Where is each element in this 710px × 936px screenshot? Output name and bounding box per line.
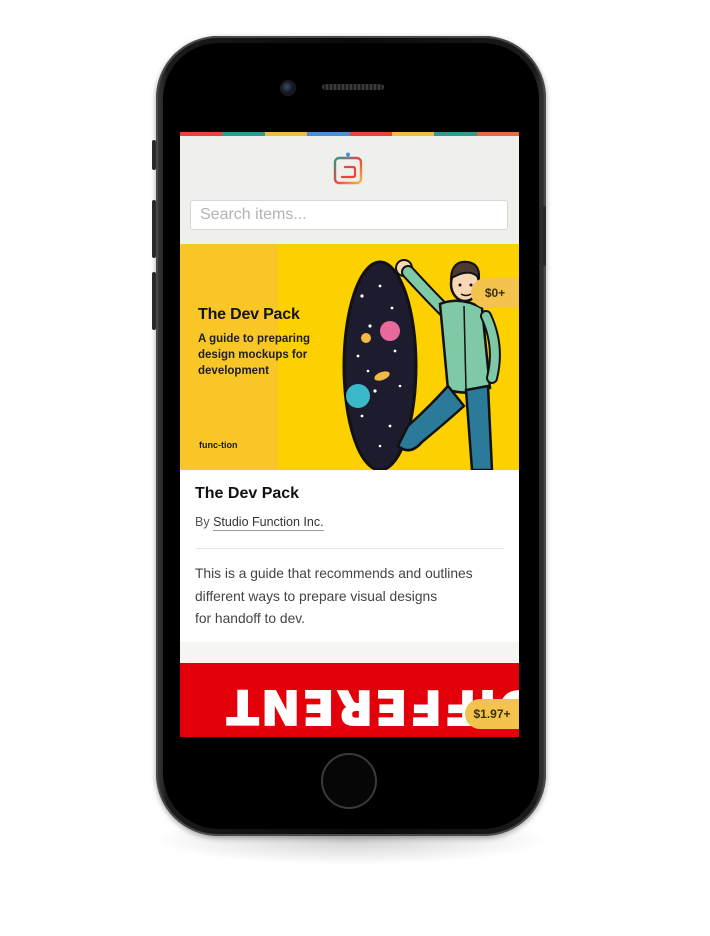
- cover-subtitle: A guide to preparing design mockups for …: [198, 333, 311, 377]
- next-price-badge: $1.97+: [465, 699, 519, 729]
- product-description: This is a guide that recommends and outl…: [195, 563, 515, 631]
- cover-brand-logo: func-tion: [199, 440, 238, 450]
- mute-switch: [152, 140, 156, 170]
- volume-down-button: [152, 272, 156, 330]
- product-author: By Studio Function Inc.: [195, 515, 324, 531]
- next-product-card[interactable]: DIFFERENT $1.97+: [180, 663, 519, 737]
- product-card[interactable]: The Dev Pack A guide to preparing design…: [180, 244, 519, 642]
- front-camera-icon: [282, 82, 294, 94]
- author-link[interactable]: Studio Function Inc.: [213, 515, 324, 531]
- product-title[interactable]: The Dev Pack: [195, 485, 299, 503]
- divider: [195, 548, 504, 549]
- author-prefix: By: [195, 515, 210, 529]
- earpiece-speaker: [322, 84, 384, 90]
- description-line: different ways to prepare visual designs: [195, 588, 438, 604]
- function-logo-icon[interactable]: [333, 152, 365, 186]
- product-cover-image[interactable]: The Dev Pack A guide to preparing design…: [180, 244, 519, 470]
- description-line: This is a guide that recommends and outl…: [195, 566, 473, 581]
- search-bar: [180, 198, 519, 244]
- description-line: for handoff to dev.: [195, 611, 305, 626]
- volume-up-button: [152, 200, 156, 258]
- cover-title: The Dev Pack: [198, 306, 300, 323]
- app-header: [180, 136, 519, 198]
- home-button[interactable]: [321, 753, 377, 809]
- price-badge: $0+: [471, 278, 519, 308]
- power-button: [542, 206, 546, 266]
- app-screen: The Dev Pack A guide to preparing design…: [180, 132, 519, 737]
- search-input[interactable]: [190, 200, 508, 230]
